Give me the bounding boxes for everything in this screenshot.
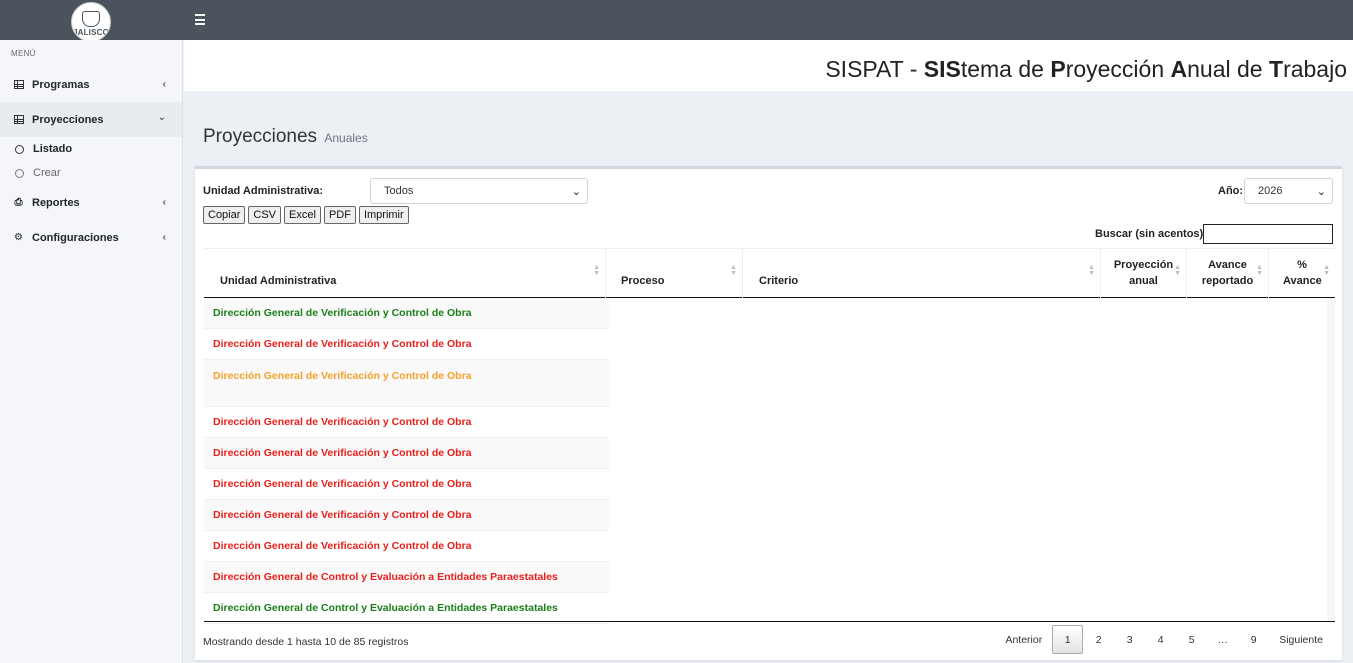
table-row[interactable]: Dirección General de Verificación y Cont… <box>204 469 609 500</box>
chevron-down-icon: ⌄ <box>1316 186 1326 198</box>
menu-header: MENÚ <box>11 49 36 58</box>
sidebar-subitem-label: Crear <box>33 167 61 179</box>
export-buttons: Copiar CSV Excel PDF Imprimir <box>203 206 409 224</box>
table-row[interactable]: Dirección General de Control y Evaluació… <box>204 593 609 624</box>
app-title: SISPAT - SIStema de Proyección Anual de … <box>825 56 1347 82</box>
csv-button[interactable]: CSV <box>248 206 282 224</box>
search-label: Buscar (sin acentos): <box>1095 228 1207 240</box>
table-row[interactable]: Dirección General de Verificación y Cont… <box>204 500 609 531</box>
table-header: Unidad Administrativa ▲ ▼ Proceso ▲ ▼ Crit… <box>204 248 1335 298</box>
content-header: SISPAT - SIStema de Proyección Anual de … <box>184 40 1353 91</box>
sidebar-subitem-listado[interactable]: Listado <box>0 137 182 161</box>
sort-icon: ▲ ▼ <box>1088 264 1095 277</box>
sidebar-item-reportes[interactable]: ⎙ Reportes ‹ <box>0 185 182 220</box>
sidebar-item-label: Proyecciones <box>32 113 104 126</box>
pagination-page[interactable]: 5 <box>1176 625 1207 654</box>
table-footer-line <box>204 621 1335 622</box>
sidebar-item-proyecciones[interactable]: Proyecciones ⌄ <box>0 102 182 137</box>
projections-card: Unidad Administrativa: Todos ⌄ Año: 2026… <box>195 166 1342 660</box>
sidebar: MENÚ Programas ‹ Proyecciones ⌄ Listado … <box>0 40 183 663</box>
logo-text: JALISCO <box>72 28 110 37</box>
pagination-ellipsis: … <box>1217 633 1228 646</box>
table-row[interactable]: Dirección General de Verificación y Cont… <box>204 329 609 360</box>
table-icon <box>13 115 24 125</box>
sidebar-item-label: Reportes <box>32 196 80 209</box>
ua-filter-select[interactable]: Todos ⌄ <box>370 178 588 204</box>
sidebar-item-label: Configuraciones <box>32 231 119 244</box>
pagination-page[interactable]: 1 <box>1052 625 1084 654</box>
table-row[interactable]: Dirección General de Verificación y Cont… <box>204 298 609 329</box>
column-header-proyeccion-anual[interactable]: Proyección anual ▲ ▼ <box>1101 249 1187 298</box>
pagination: Anterior 1 2 3 4 5 … 9 Siguiente <box>995 625 1333 654</box>
ua-filter-label: Unidad Administrativa: <box>203 185 323 197</box>
sort-icon: ▲ ▼ <box>730 264 737 277</box>
sort-icon: ▲ ▼ <box>1256 264 1263 277</box>
jalisco-logo[interactable]: JALISCO <box>71 2 111 42</box>
sidebar-item-programas[interactable]: Programas ‹ <box>0 67 182 102</box>
print-button[interactable]: Imprimir <box>358 206 409 224</box>
chevron-down-icon: ⌄ <box>157 112 166 123</box>
gear-icon: ⚙ <box>14 232 23 243</box>
projections-table: Unidad Administrativa ▲ ▼ Proceso ▲ ▼ Crit… <box>204 248 1335 624</box>
column-header-criterio[interactable]: Criterio ▲ ▼ <box>743 249 1101 298</box>
chevron-down-icon: ⌄ <box>571 186 581 198</box>
sort-icon: ▲ ▼ <box>1323 264 1330 277</box>
chevron-left-icon: ‹ <box>162 232 166 243</box>
pagination-page[interactable]: 3 <box>1114 625 1145 654</box>
top-navbar: JALISCO <box>0 0 1353 42</box>
table-row[interactable]: Dirección General de Verificación y Cont… <box>204 360 609 407</box>
table-row[interactable]: Dirección General de Control y Evaluació… <box>204 562 609 593</box>
sort-icon: ▲ ▼ <box>593 264 600 277</box>
year-filter-label: Año: <box>1218 185 1244 197</box>
pagination-previous[interactable]: Anterior <box>995 625 1052 654</box>
column-header-porcentaje-avance[interactable]: % Avance ▲ ▼ <box>1269 249 1335 298</box>
chevron-left-icon: ‹ <box>162 197 166 208</box>
table-row[interactable]: Dirección General de Verificación y Cont… <box>204 438 609 469</box>
sidebar-item-label: Programas <box>32 78 90 91</box>
year-filter-select[interactable]: 2026 ⌄ <box>1244 178 1333 204</box>
circle-icon <box>15 144 24 154</box>
sidebar-item-configuraciones[interactable]: ⚙ Configuraciones ‹ <box>0 220 182 255</box>
page-subtitle: Anuales <box>324 131 368 145</box>
sidebar-subitem-crear[interactable]: Crear <box>0 161 182 185</box>
excel-button[interactable]: Excel <box>284 206 321 224</box>
table-row[interactable]: Dirección General de Verificación y Cont… <box>204 407 609 438</box>
pagination-page[interactable]: 2 <box>1083 625 1114 654</box>
copy-button[interactable]: Copiar <box>203 206 246 224</box>
circle-icon <box>15 168 24 178</box>
pagination-page[interactable]: 4 <box>1145 625 1176 654</box>
search-input[interactable] <box>1203 224 1333 244</box>
coat-of-arms-icon <box>82 11 100 27</box>
table-body: Dirección General de Verificación y Cont… <box>204 298 1335 624</box>
table-row[interactable]: Dirección General de Verificación y Cont… <box>204 531 609 562</box>
column-header-ua[interactable]: Unidad Administrativa ▲ ▼ <box>204 249 606 298</box>
printer-icon: ⎙ <box>14 197 23 208</box>
sort-icon: ▲ ▼ <box>1174 264 1181 277</box>
pdf-button[interactable]: PDF <box>323 206 356 224</box>
column-header-proceso[interactable]: Proceso ▲ ▼ <box>606 249 743 298</box>
sidebar-subitem-label: Listado <box>33 143 73 155</box>
table-icon <box>13 80 24 90</box>
hamburger-menu-icon[interactable] <box>195 14 205 25</box>
page-title: Proyecciones Anuales <box>203 126 368 147</box>
chevron-left-icon: ‹ <box>162 79 166 90</box>
pagination-page[interactable]: 9 <box>1238 625 1269 654</box>
pagination-next[interactable]: Siguiente <box>1269 625 1333 654</box>
column-header-avance-reportado[interactable]: Avance reportado ▲ ▼ <box>1187 249 1269 298</box>
table-info: Mostrando desde 1 hasta 10 de 85 registr… <box>203 636 409 648</box>
